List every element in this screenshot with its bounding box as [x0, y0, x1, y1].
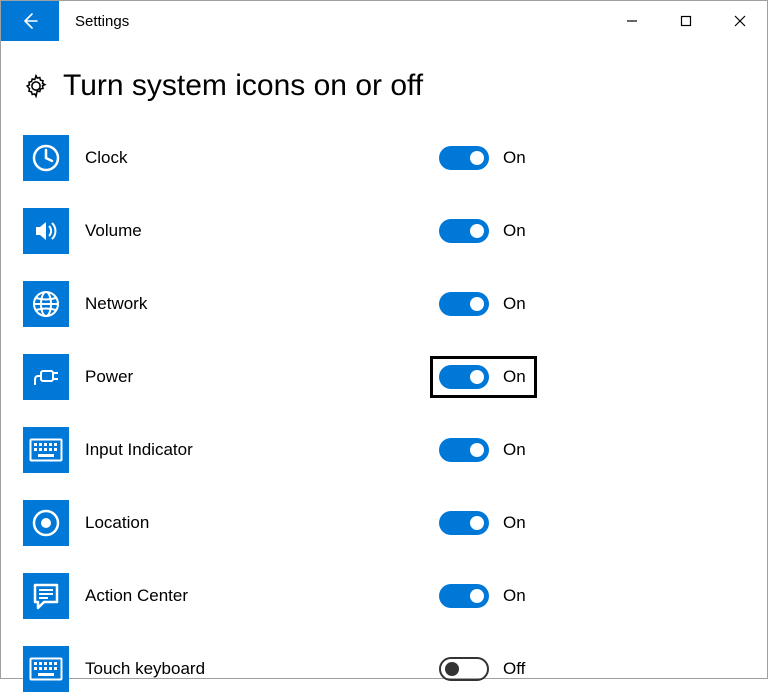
item-label: Volume [69, 221, 439, 241]
toggle-cell-action-center: On [439, 584, 526, 608]
toggle-cell-touch-keyboard: Off [439, 657, 525, 681]
toggle-state-label: On [503, 294, 526, 314]
keyboard-icon [23, 646, 69, 692]
item-row-action-center: Action Center On [23, 573, 745, 619]
item-label: Input Indicator [69, 440, 439, 460]
toggle-knob [470, 516, 484, 530]
location-icon [23, 500, 69, 546]
toggle-cell-clock: On [439, 146, 526, 170]
window-title: Settings [59, 1, 129, 41]
items-list: ClockOnVolumeOnNetworkOnPowerOnInput Ind… [23, 135, 745, 692]
item-label: Location [69, 513, 439, 533]
content: Turn system icons on or off ClockOnVolum… [1, 41, 767, 692]
toggle-cell-volume: On [439, 219, 526, 243]
item-row-volume: Volume On [23, 208, 745, 254]
toggle-action-center[interactable] [439, 584, 489, 608]
toggle-clock[interactable] [439, 146, 489, 170]
toggle-state-label: On [503, 221, 526, 241]
toggle-touch-keyboard[interactable] [439, 657, 489, 681]
item-label: Action Center [69, 586, 439, 606]
gear-icon [23, 73, 49, 99]
toggle-state-label: On [503, 586, 526, 606]
back-button[interactable] [1, 1, 59, 41]
item-row-clock: Clock On [23, 135, 745, 181]
toggle-knob [470, 297, 484, 311]
toggle-state-label: On [503, 148, 526, 168]
item-label: Power [69, 367, 439, 387]
toggle-knob [470, 224, 484, 238]
item-label: Touch keyboard [69, 659, 439, 679]
toggle-knob [470, 151, 484, 165]
titlebar-spacer [129, 1, 605, 41]
volume-icon [23, 208, 69, 254]
toggle-state-label: On [503, 367, 526, 387]
toggle-knob [470, 370, 484, 384]
toggle-knob [470, 443, 484, 457]
maximize-icon [680, 15, 692, 27]
item-row-network: Network On [23, 281, 745, 327]
maximize-button[interactable] [659, 1, 713, 41]
item-row-location: Location On [23, 500, 745, 546]
back-arrow-icon [20, 11, 40, 31]
page-header: Turn system icons on or off [23, 69, 745, 103]
toggle-volume[interactable] [439, 219, 489, 243]
minimize-button[interactable] [605, 1, 659, 41]
toggle-location[interactable] [439, 511, 489, 535]
item-row-input-indicator: Input Indicator On [23, 427, 745, 473]
action-center-icon [23, 573, 69, 619]
window-controls [605, 1, 767, 41]
clock-icon [23, 135, 69, 181]
page-title: Turn system icons on or off [63, 69, 423, 103]
toggle-cell-location: On [439, 511, 526, 535]
toggle-cell-power: On [430, 356, 537, 398]
power-plug-icon [23, 354, 69, 400]
toggle-network[interactable] [439, 292, 489, 316]
toggle-state-label: On [503, 513, 526, 533]
item-label: Network [69, 294, 439, 314]
toggle-input-indicator[interactable] [439, 438, 489, 462]
toggle-knob [470, 589, 484, 603]
item-row-power: Power On [23, 354, 745, 400]
keyboard-icon [23, 427, 69, 473]
titlebar: Settings [1, 1, 767, 41]
toggle-state-label: Off [503, 659, 525, 679]
item-row-touch-keyboard: Touch keyboard Off [23, 646, 745, 692]
toggle-knob [445, 662, 459, 676]
minimize-icon [626, 15, 638, 27]
toggle-state-label: On [503, 440, 526, 460]
close-button[interactable] [713, 1, 767, 41]
close-icon [734, 15, 746, 27]
globe-icon [23, 281, 69, 327]
item-label: Clock [69, 148, 439, 168]
toggle-cell-input-indicator: On [439, 438, 526, 462]
toggle-cell-network: On [439, 292, 526, 316]
toggle-power[interactable] [439, 365, 489, 389]
